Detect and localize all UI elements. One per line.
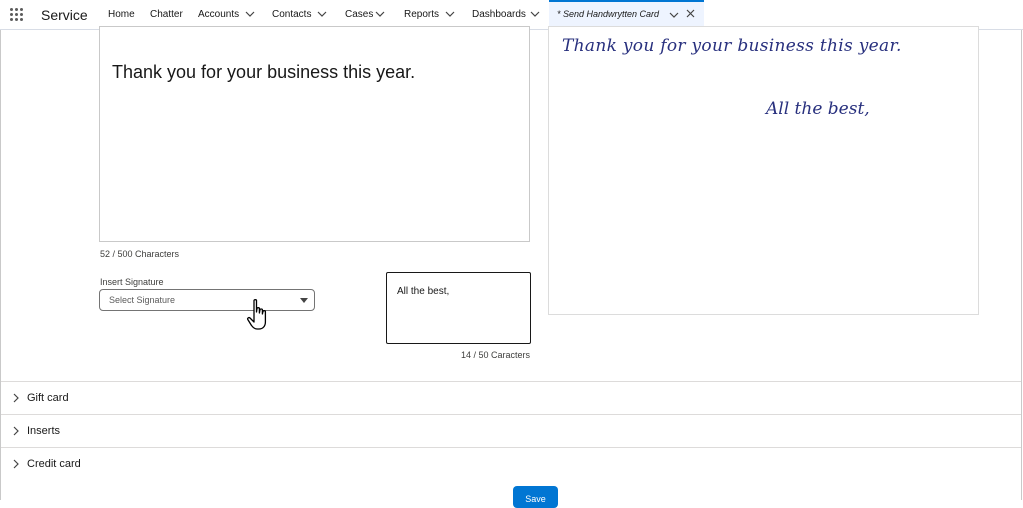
save-button[interactable]: Save (513, 486, 558, 508)
nav-item-accounts[interactable]: Accounts (198, 9, 239, 20)
close-tab-icon[interactable] (686, 9, 695, 18)
section-credit-card[interactable]: Credit card (1, 447, 1021, 480)
signature-select[interactable]: Select Signature (99, 289, 315, 311)
section-inserts[interactable]: Inserts (1, 414, 1021, 447)
cases-chevron-down-icon[interactable] (375, 10, 385, 18)
chevron-right-icon (13, 393, 19, 403)
nav-item-dashboards[interactable]: Dashboards (472, 9, 526, 20)
nav-item-cases[interactable]: Cases (345, 9, 373, 20)
dashboards-chevron-down-icon[interactable] (530, 10, 540, 18)
section-label: Credit card (27, 458, 81, 470)
section-gift-card[interactable]: Gift card (1, 381, 1021, 414)
tab-chevron-down-icon[interactable] (669, 11, 679, 19)
nav-item-home[interactable]: Home (108, 9, 135, 20)
chevron-right-icon (13, 426, 19, 436)
message-text: Thank you for your business this year. (112, 62, 416, 82)
page-border-right (1021, 30, 1022, 500)
section-label: Gift card (27, 392, 69, 404)
nav-item-reports[interactable]: Reports (404, 9, 439, 20)
signature-select-value: Select Signature (109, 295, 176, 305)
insert-signature-label: Insert Signature (100, 277, 164, 287)
preview-closing-text: All the best, (766, 99, 870, 119)
hand-pointer-cursor-icon (246, 299, 267, 330)
nav-item-chatter[interactable]: Chatter (150, 9, 183, 20)
preview-message-text: Thank you for your business this year. (562, 36, 902, 56)
card-preview: Thank you for your business this year. A… (548, 26, 979, 315)
chevron-right-icon (13, 459, 19, 469)
contacts-chevron-down-icon[interactable] (317, 10, 327, 18)
message-char-count: 52 / 500 Characters (100, 249, 180, 259)
tab-label: * Send Handwrytten Card (557, 9, 660, 19)
app-name: Service (41, 7, 88, 23)
section-label: Inserts (27, 425, 61, 437)
reports-chevron-down-icon[interactable] (445, 10, 455, 18)
accounts-chevron-down-icon[interactable] (245, 10, 255, 18)
closing-char-count: 14 / 50 Caracters (461, 350, 531, 360)
caret-down-icon (300, 298, 308, 303)
save-button-label: Save (525, 494, 546, 504)
closing-text: All the best, (397, 286, 450, 297)
closing-textarea[interactable]: All the best, (386, 272, 531, 344)
app-launcher-icon[interactable] (10, 8, 24, 22)
message-textarea[interactable]: Thank you for your business this year. (99, 26, 530, 242)
nav-item-contacts[interactable]: Contacts (272, 9, 311, 20)
